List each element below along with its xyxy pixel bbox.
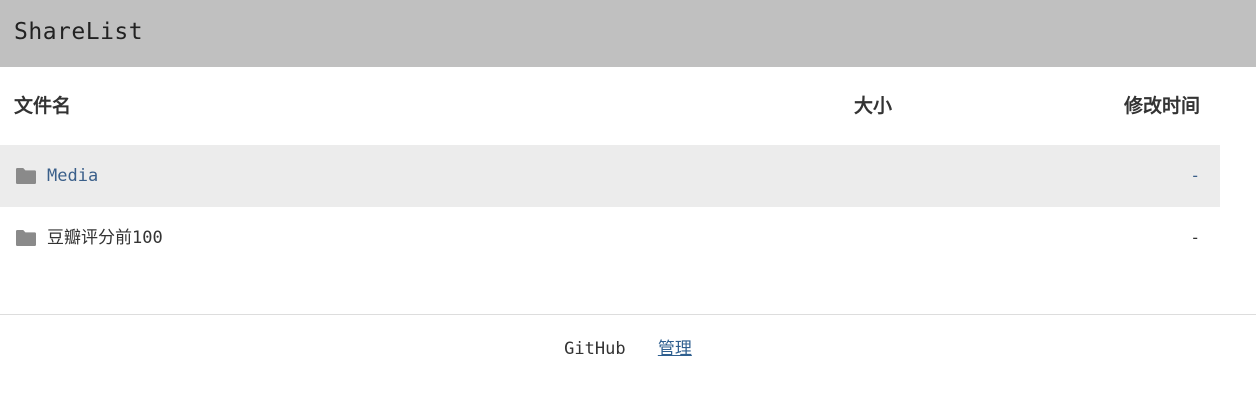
file-modified-time: - xyxy=(1190,166,1200,185)
file-table: 文件名 大小 修改时间 Media - 豆瓣评分前100 - xyxy=(0,67,1220,269)
folder-icon xyxy=(15,229,37,247)
app-header: ShareList xyxy=(0,0,1256,67)
app-title-link[interactable]: ShareList xyxy=(14,17,143,47)
file-name-link[interactable]: 豆瓣评分前100 xyxy=(47,226,163,250)
file-name-link[interactable]: Media xyxy=(47,164,98,188)
column-header-modified[interactable]: 修改时间 xyxy=(1124,93,1200,119)
table-header-row: 文件名 大小 修改时间 xyxy=(0,67,1220,145)
folder-icon xyxy=(15,167,37,185)
table-row[interactable]: 豆瓣评分前100 - xyxy=(0,207,1220,269)
admin-link[interactable]: 管理 xyxy=(658,339,692,359)
column-header-name[interactable]: 文件名 xyxy=(14,93,71,119)
footer-links: GitHub 管理 xyxy=(0,337,1256,361)
github-link[interactable]: GitHub xyxy=(564,339,625,359)
column-header-size[interactable]: 大小 xyxy=(854,93,892,119)
file-modified-time: - xyxy=(1190,228,1200,247)
table-row[interactable]: Media - xyxy=(0,145,1220,207)
page-footer: GitHub 管理 xyxy=(0,314,1256,413)
